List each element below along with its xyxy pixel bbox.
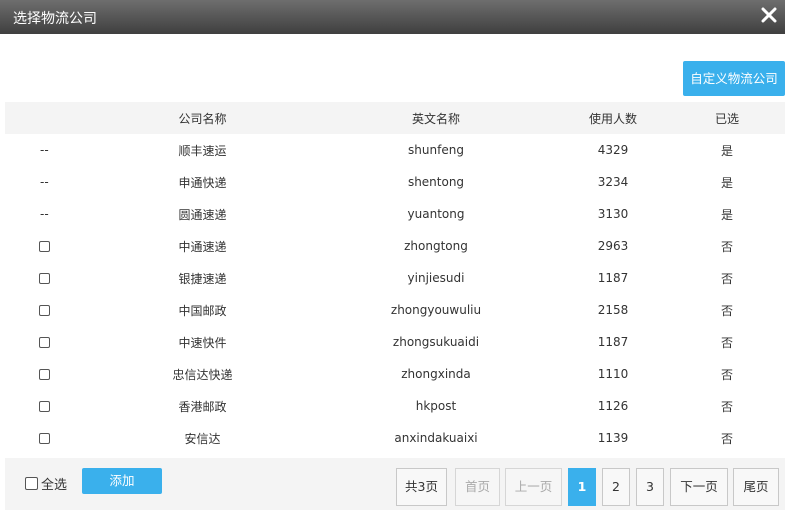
page-total: 共3页 — [396, 468, 447, 506]
column-header-english: 英文名称 — [315, 102, 557, 134]
column-header-select — [5, 102, 90, 134]
dialog-footer: 全选 添加 共3页 首页 上一页 1 2 3 下一页 尾页 — [5, 458, 785, 510]
selected-status: 否 — [720, 335, 733, 350]
company-english-name: yinjiesudi — [407, 271, 465, 285]
company-name: 顺丰速运 — [178, 143, 227, 158]
row-checkbox[interactable] — [39, 433, 50, 444]
company-english-name: shunfeng — [408, 143, 464, 157]
select-all-control[interactable]: 全选 — [25, 474, 68, 493]
next-page-button[interactable]: 下一页 — [670, 468, 728, 506]
company-name: 安信达 — [184, 431, 221, 446]
user-count: 3234 — [597, 175, 629, 189]
table-row: 安信达 anxindakuaixi 1139 否 — [5, 422, 785, 454]
selected-status: 是 — [720, 175, 733, 190]
page-button-3[interactable]: 3 — [636, 468, 664, 506]
selected-status: 否 — [720, 239, 733, 254]
selected-status: 否 — [720, 431, 733, 446]
last-page-button[interactable]: 尾页 — [733, 468, 779, 506]
selected-status: 是 — [720, 143, 733, 158]
dialog-title: 选择物流公司 — [13, 11, 97, 27]
user-count: 4329 — [597, 143, 629, 157]
row-select-placeholder: -- — [40, 143, 49, 157]
selected-status: 否 — [720, 303, 733, 318]
user-count: 1126 — [597, 399, 629, 413]
company-english-name: zhongsukuaidi — [392, 335, 480, 349]
table-row: 香港邮政 hkpost 1126 否 — [5, 390, 785, 422]
company-name: 圆通速递 — [178, 207, 227, 222]
table-header-row: 公司名称 英文名称 使用人数 已选 — [5, 102, 785, 134]
user-count: 1187 — [597, 335, 629, 349]
row-checkbox[interactable] — [39, 401, 50, 412]
table-row: 银捷速递 yinjiesudi 1187 否 — [5, 262, 785, 294]
company-english-name: zhongyouwuliu — [390, 303, 482, 317]
column-header-name: 公司名称 — [90, 102, 315, 134]
company-english-name: zhongtong — [404, 239, 468, 253]
prev-page-button[interactable]: 上一页 — [505, 468, 562, 506]
company-name: 中通速递 — [178, 239, 227, 254]
table-row: -- 圆通速递 yuantong 3130 是 — [5, 198, 785, 230]
row-checkbox[interactable] — [39, 273, 50, 284]
user-count: 2963 — [597, 239, 629, 253]
user-count: 1139 — [597, 431, 629, 445]
dialog-titlebar: 选择物流公司 — [0, 0, 785, 34]
selected-status: 否 — [720, 399, 733, 414]
company-name: 银捷速递 — [178, 271, 227, 286]
column-header-selected: 已选 — [669, 102, 785, 134]
company-english-name: hkpost — [415, 399, 457, 413]
company-english-name: yuantong — [407, 207, 465, 221]
table-row: 中通速递 zhongtong 2963 否 — [5, 230, 785, 262]
table-row: 忠信达快递 zhongxinda 1110 否 — [5, 358, 785, 390]
table-row: -- 申通快递 shentong 3234 是 — [5, 166, 785, 198]
row-checkbox[interactable] — [39, 305, 50, 316]
user-count: 1110 — [597, 367, 629, 381]
company-english-name: shentong — [407, 175, 465, 189]
company-name: 中国邮政 — [178, 303, 227, 318]
row-checkbox[interactable] — [39, 337, 50, 348]
close-icon[interactable] — [759, 5, 779, 25]
table-row: 中速快件 zhongsukuaidi 1187 否 — [5, 326, 785, 358]
row-checkbox[interactable] — [39, 369, 50, 380]
select-all-checkbox[interactable] — [25, 477, 38, 490]
row-checkbox[interactable] — [39, 241, 50, 252]
user-count: 2158 — [597, 303, 629, 317]
company-name: 香港邮政 — [178, 399, 227, 414]
select-all-label: 全选 — [41, 478, 68, 493]
user-count: 3130 — [597, 207, 629, 221]
user-count: 1187 — [597, 271, 629, 285]
page-button-2[interactable]: 2 — [602, 468, 630, 506]
row-select-placeholder: -- — [40, 175, 49, 189]
company-name: 忠信达快递 — [172, 367, 233, 382]
company-name: 申通快递 — [178, 175, 227, 190]
courier-table: 公司名称 英文名称 使用人数 已选 -- 顺丰速运 shunfeng 4329 … — [5, 102, 785, 454]
company-english-name: zhongxinda — [401, 367, 471, 381]
custom-courier-button[interactable]: 自定义物流公司 — [683, 61, 785, 96]
add-button[interactable]: 添加 — [82, 468, 162, 494]
selected-status: 否 — [720, 271, 733, 286]
company-name: 中速快件 — [178, 335, 227, 350]
row-select-placeholder: -- — [40, 207, 49, 221]
selected-status: 否 — [720, 367, 733, 382]
column-header-users: 使用人数 — [557, 102, 669, 134]
table-row: -- 顺丰速运 shunfeng 4329 是 — [5, 134, 785, 166]
selected-status: 是 — [720, 207, 733, 222]
company-english-name: anxindakuaixi — [394, 431, 478, 445]
table-row: 中国邮政 zhongyouwuliu 2158 否 — [5, 294, 785, 326]
page-button-1[interactable]: 1 — [568, 468, 596, 506]
first-page-button[interactable]: 首页 — [455, 468, 500, 506]
